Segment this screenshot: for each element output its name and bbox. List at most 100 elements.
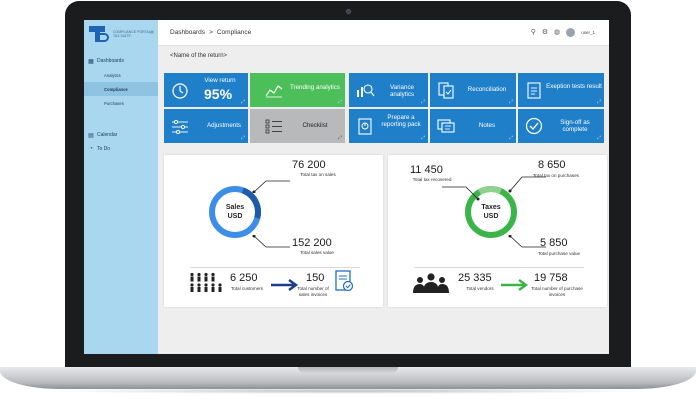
tile-adjustments[interactable]: Adjustments ⤢ [164,109,248,143]
tile-label: Prepare a reporting pack [381,114,421,128]
breadcrumb-separator: > [209,29,213,36]
divider [190,267,360,268]
tile-label: Variance analytics [389,84,415,98]
sidebar-item-label: Compliance [104,86,128,92]
tile-label: Exeption tests result [546,83,602,90]
tile-variance-analytics[interactable]: Variance analytics ⤢ [349,73,428,107]
top-actions: ⚲ ⚙ ◍ user_1 [531,28,595,37]
tile-label: Checklist [302,122,328,129]
sidebar-item-todo[interactable]: ◔ To Do [84,142,158,156]
logo[interactable]: COMPLIANCE PORTAL TAX SUITE [84,20,158,48]
leader-line [252,235,290,248]
tile-label: Sign-off as complete [560,119,590,133]
tax-on-purchases-label: Total tax on purchases [533,173,579,178]
tax-on-purchases-value: 8 650 [538,159,566,171]
sidebar-item-analytics[interactable]: Analytics [84,68,158,82]
search-icon[interactable]: ⚲ [531,28,536,37]
globe-icon[interactable]: ◍ [554,28,560,37]
tile-label: Trending analytics [290,84,340,91]
tile-label: Reconciliation [467,86,507,93]
logo-icon [89,26,109,42]
leader-line [252,180,290,193]
app-screen: COMPLIANCE PORTAL TAX SUITE « ▦ Dashboar… [84,20,609,354]
sidebar: COMPLIANCE PORTAL TAX SUITE « ▦ Dashboar… [84,20,158,354]
expand-icon: ⤢ [240,135,245,141]
sidebar-item-label: To Do [97,146,111,152]
expand-icon: ⤢ [508,135,513,141]
taxes-card: Taxes USD 11 450 Total tax recovered 8 6… [388,155,607,307]
sales-card: Sales USD 76 200 Total tax on sales 152 … [164,155,383,307]
sidebar-item-dashboards[interactable]: ▦ Dashboards [84,54,158,68]
expand-icon: ⤢ [420,135,425,141]
notes-icon [437,119,455,133]
calendar-icon: ▤ [88,132,94,139]
total-tax-on-sales-value: 76 200 [292,159,326,171]
sidebar-item-compliance[interactable]: Compliance [84,82,158,96]
vendors-icon [413,273,449,293]
gauge-icon [172,83,188,99]
expand-icon: ⤢ [337,135,342,141]
reconcile-icon [438,82,454,99]
camera-icon [346,9,351,14]
user-name[interactable]: user_1 [581,30,595,35]
tax-recovered-label: Total tax recovered [412,177,452,182]
tile-reconciliation[interactable]: Reconciliation ⤢ [430,73,516,107]
total-vendors-label: Total vendors [466,286,494,291]
tile-checklist[interactable]: Checklist ⤢ [250,109,345,143]
return-name: <Name of the return> [170,53,228,59]
collapse-sidebar-button[interactable]: « [150,29,154,36]
tile-sign-off[interactable]: Sign-off as complete ⤢ [518,109,604,143]
tile-exception-tests[interactable]: Exeption tests result ⤢ [518,73,604,107]
tile-notes[interactable]: Notes ⤢ [430,109,516,143]
purchase-value: 5 850 [540,237,568,249]
sliders-icon [172,119,188,135]
breadcrumb-compliance[interactable]: Compliance [217,29,251,36]
sidebar-item-label: Analytics [104,72,121,78]
tile-label: Adjustments [206,122,242,129]
total-vendors-value: 25 335 [458,272,492,284]
expand-icon: ⤢ [596,135,601,141]
expand-icon: ⤢ [420,99,425,105]
sales-ring-label: Sales USD [225,204,245,220]
taxes-ring-label: Taxes USD [481,204,501,220]
sidebar-item-purchases[interactable]: Purchases [84,96,158,110]
expand-icon: ⤢ [240,99,245,105]
tax-recovered-value: 11 450 [410,164,443,176]
avatar[interactable] [566,28,576,37]
dashboard-icon: ▦ [88,58,94,65]
expand-icon: ⤢ [596,99,601,105]
sidebar-item-label: Dashboards [97,58,124,64]
laptop-mockup: COMPLIANCE PORTAL TAX SUITE « ▦ Dashboar… [0,0,696,400]
tile-trending-analytics[interactable]: Trending analytics ⤢ [250,73,345,107]
sidebar-item-label: Purchases [104,100,124,106]
checkmark-circle-icon [525,117,543,135]
settings-icon[interactable]: ⚙ [542,28,548,37]
sidebar-nav: ▦ Dashboards Analytics Compliance Purcha… [84,54,158,156]
total-customers-value: 6 250 [230,272,258,284]
laptop-notch [298,367,398,373]
total-sales-label: Total sales value [300,250,334,255]
total-sales-value: 152 200 [292,237,332,249]
top-bar: Dashboards > Compliance ⚲ ⚙ ◍ user_1 [158,20,609,46]
invoice-check-icon [335,270,354,292]
breadcrumb-dashboards[interactable]: Dashboards [170,29,205,36]
trend-chart-icon [265,85,283,98]
sales-invoices-label: Total number of sales invoices [297,286,329,297]
tile-view-return[interactable]: View return 95% ⤢ [164,73,248,107]
tile-reporting-pack[interactable]: Prepare a reporting pack ⤢ [349,109,428,143]
sidebar-item-label: Calendar [97,132,118,138]
tile-label: View return [204,77,236,84]
logo-text: COMPLIANCE PORTAL TAX SUITE [113,30,151,38]
total-tax-on-sales-label: Total tax on sales [300,172,336,177]
expand-icon: ⤢ [337,99,342,105]
purchase-invoices-label: Total number of purchase invoices [531,286,583,297]
divider [414,267,584,268]
tile-label: Notes [478,122,496,129]
magnifier-chart-icon [357,84,375,97]
sales-invoices-value: 150 [306,272,325,284]
report-pack-icon [358,118,372,135]
clock-icon: ◔ [89,146,93,152]
checklist-icon [265,119,282,134]
view-return-percent: 95% [204,86,233,102]
sidebar-item-calendar[interactable]: ▤ Calendar [84,128,158,142]
